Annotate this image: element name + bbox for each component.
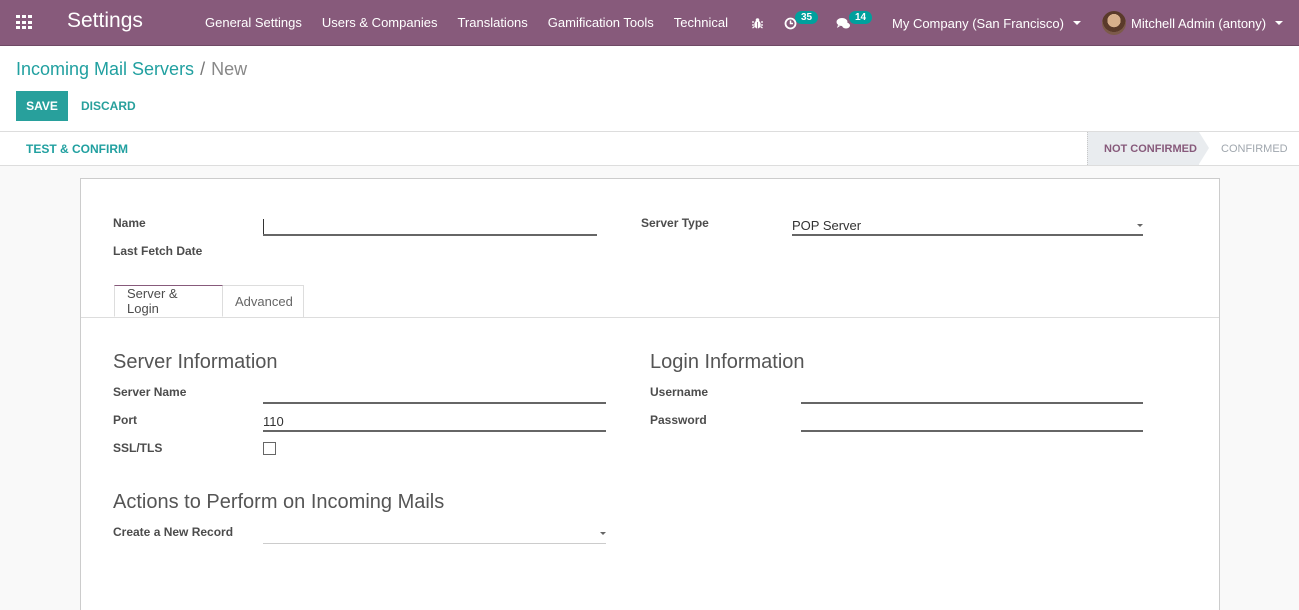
messages-menu[interactable]: 14	[836, 0, 873, 46]
menu-users-companies[interactable]: Users & Companies	[312, 0, 448, 46]
user-avatar	[1102, 11, 1126, 35]
server-type-select[interactable]: POP Server	[792, 214, 1143, 236]
caret-down-icon	[600, 532, 606, 535]
user-name: Mitchell Admin (antony)	[1131, 15, 1267, 31]
app-title: Settings	[67, 9, 143, 32]
menu-general-settings[interactable]: General Settings	[195, 0, 312, 46]
stage-arrow	[1199, 132, 1209, 164]
main-menu: General Settings Users & Companies Trans…	[195, 0, 738, 46]
activity-count-badge: 35	[795, 10, 819, 24]
ssl-tls-checkbox[interactable]	[263, 442, 276, 455]
server-name-input[interactable]	[263, 382, 606, 404]
menu-translations[interactable]: Translations	[447, 0, 537, 46]
activity-menu[interactable]: 35	[784, 0, 819, 46]
ssl-tls-label: SSL/TLS	[113, 441, 163, 455]
stage-confirmed[interactable]: CONFIRMED	[1221, 132, 1288, 165]
form-sheet: Name Last Fetch Date Server Type POP Ser…	[80, 178, 1220, 610]
text-cursor	[263, 219, 264, 235]
server-information-title: Server Information	[113, 351, 278, 373]
status-bar: TEST & CONFIRM NOT CONFIRMED CONFIRMED	[0, 132, 1299, 166]
tab-advanced[interactable]: Advanced	[222, 285, 304, 317]
messages-count-badge: 14	[849, 10, 873, 24]
username-input[interactable]	[801, 382, 1143, 404]
menu-technical[interactable]: Technical	[664, 0, 738, 46]
top-navbar: Settings General Settings Users & Compan…	[0, 0, 1299, 46]
save-button[interactable]: SAVE	[16, 91, 68, 121]
caret-down-icon	[1275, 21, 1284, 25]
company-switcher[interactable]: My Company (San Francisco)	[892, 0, 1081, 46]
breadcrumb-current: New	[211, 59, 248, 79]
actions-title: Actions to Perform on Incoming Mails	[113, 491, 445, 513]
discard-button[interactable]: DISCARD	[81, 91, 136, 121]
breadcrumb: Incoming Mail Servers / New	[16, 59, 247, 80]
control-panel: Incoming Mail Servers / New SAVE DISCARD	[0, 46, 1299, 132]
server-type-value: POP Server	[792, 218, 862, 233]
create-record-select[interactable]	[263, 522, 606, 544]
port-label: Port	[113, 413, 137, 427]
port-value: 110	[263, 414, 284, 429]
stage-not-confirmed[interactable]: NOT CONFIRMED	[1087, 132, 1199, 165]
username-label: Username	[650, 385, 709, 399]
menu-gamification-tools[interactable]: Gamification Tools	[538, 0, 664, 46]
login-information-title: Login Information	[650, 351, 805, 373]
last-fetch-date-label: Last Fetch Date	[113, 244, 203, 258]
password-input[interactable]	[801, 410, 1143, 432]
breadcrumb-separator: /	[200, 59, 206, 79]
name-input[interactable]	[263, 214, 597, 236]
tabs-divider	[81, 317, 1219, 318]
server-type-label: Server Type	[641, 216, 709, 230]
breadcrumb-parent-link[interactable]: Incoming Mail Servers	[16, 59, 194, 79]
tab-server-login[interactable]: Server & Login	[114, 285, 223, 317]
apps-menu-icon[interactable]	[16, 15, 33, 30]
server-name-label: Server Name	[113, 385, 187, 399]
name-label: Name	[113, 216, 146, 230]
port-input[interactable]: 110	[263, 410, 606, 432]
create-record-label: Create a New Record	[113, 525, 234, 539]
company-name: My Company (San Francisco)	[892, 15, 1064, 31]
test-confirm-button[interactable]: TEST & CONFIRM	[26, 132, 128, 165]
user-menu[interactable]: Mitchell Admin (antony)	[1102, 0, 1284, 46]
caret-down-icon	[1072, 21, 1081, 25]
password-label: Password	[650, 413, 707, 427]
debug-bug-icon[interactable]	[751, 0, 764, 46]
caret-down-icon	[1137, 224, 1143, 227]
